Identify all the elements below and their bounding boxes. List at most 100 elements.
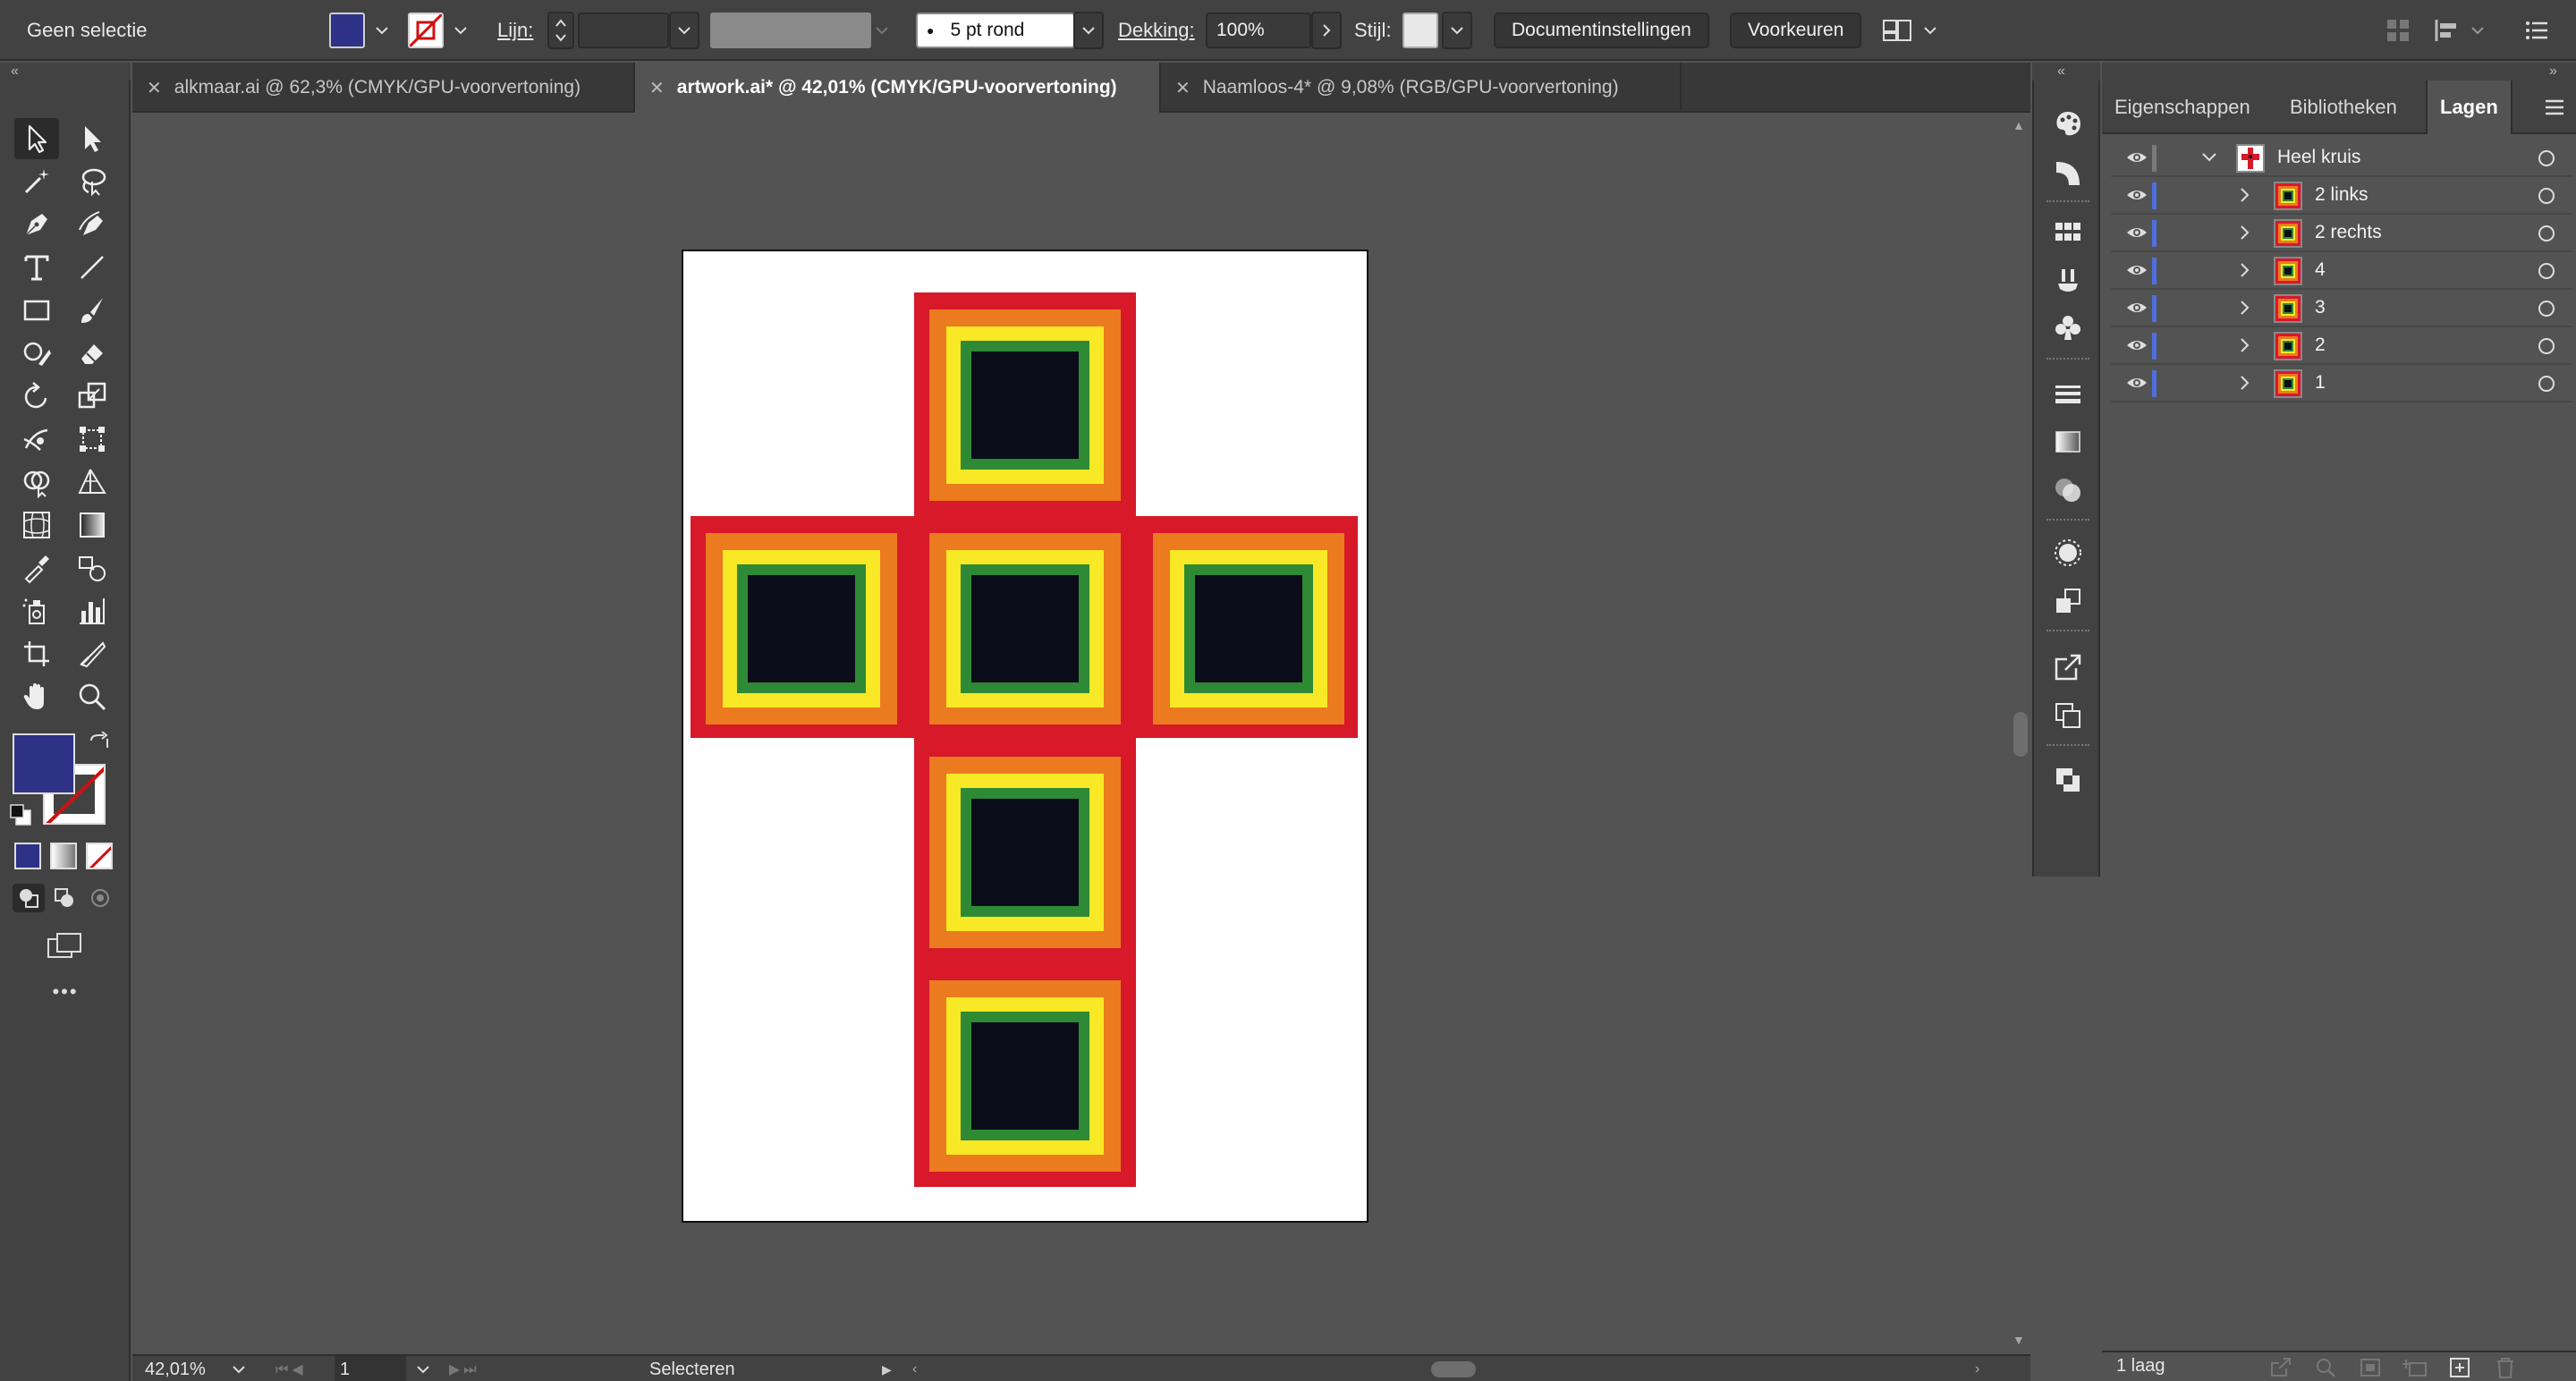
mesh-tool-icon[interactable]: [14, 504, 59, 546]
chevron-right-icon[interactable]: [2236, 224, 2254, 241]
control-bar-menu-icon[interactable]: [2524, 0, 2551, 61]
tab-alkmaar[interactable]: ✕ alkmaar.ai @ 62,3% (CMYK/GPU-voorverto…: [132, 63, 635, 113]
artboard-tool-icon[interactable]: [14, 633, 59, 674]
scroll-up-icon[interactable]: ▲: [2012, 118, 2025, 132]
vertical-scrollbar[interactable]: ▲ ▼: [2011, 113, 2030, 1354]
brush-definition-field[interactable]: ● 5 pt rond: [916, 0, 1075, 61]
toolbar-collapse-strip[interactable]: «: [0, 63, 131, 80]
brush-dropdown[interactable]: [1073, 0, 1104, 61]
target-circle-icon[interactable]: [2538, 225, 2555, 241]
target-circle-icon[interactable]: [2538, 263, 2555, 279]
panel-collapse-strip[interactable]: »: [2102, 63, 2576, 80]
document-settings-button[interactable]: Documentinstellingen: [1494, 0, 1709, 61]
eyedropper-tool-icon[interactable]: [14, 547, 59, 589]
chevron-right-icon[interactable]: [2236, 336, 2254, 354]
target-circle-icon[interactable]: [2538, 376, 2555, 392]
opacity-field[interactable]: 100%: [1206, 0, 1311, 61]
profile-dropdown[interactable]: [875, 0, 889, 61]
tab-properties[interactable]: Eigenschappen: [2102, 80, 2263, 134]
tab-close-icon[interactable]: ✕: [649, 77, 665, 99]
layer-name[interactable]: 3: [2315, 297, 2326, 318]
rotate-tool-icon[interactable]: [14, 376, 59, 417]
opacity-value[interactable]: 100%: [1206, 13, 1311, 48]
layer-name[interactable]: 2 links: [2315, 184, 2368, 206]
color-guide-icon[interactable]: [2050, 156, 2086, 191]
artboard-dropdown[interactable]: [415, 1356, 431, 1381]
column-graph-tool-icon[interactable]: [70, 590, 114, 631]
tab-close-icon[interactable]: ✕: [147, 77, 162, 99]
layer-name[interactable]: 1: [2315, 372, 2326, 394]
default-fill-stroke-icon[interactable]: [9, 803, 32, 826]
horizontal-scrollbar-thumb[interactable]: [1431, 1361, 1476, 1377]
rectangle-tool-icon[interactable]: [14, 290, 59, 331]
gradient-mode-icon[interactable]: [50, 843, 77, 869]
appearance-panel-icon[interactable]: [2050, 535, 2086, 571]
opacity-label[interactable]: Dekking:: [1118, 0, 1195, 61]
target-circle-icon[interactable]: [2538, 188, 2555, 204]
curvature-tool-icon[interactable]: [70, 204, 114, 245]
graphic-styles-panel-icon[interactable]: [2050, 583, 2086, 619]
variable-width-profile[interactable]: [710, 0, 871, 61]
blend-tool-icon[interactable]: [70, 547, 114, 589]
visibility-eye-icon[interactable]: [2123, 369, 2150, 396]
make-clipping-mask-icon[interactable]: [2358, 1356, 2385, 1379]
layer-row[interactable]: 4: [2111, 252, 2572, 290]
target-circle-icon[interactable]: [2538, 301, 2555, 317]
hscroll-right-icon[interactable]: ›: [1975, 1356, 1979, 1381]
graphic-style-dropdown[interactable]: [1442, 0, 1472, 61]
visibility-eye-icon[interactable]: [2123, 257, 2150, 284]
arrange-documents-icon[interactable]: [1880, 0, 1939, 61]
color-mode-icon[interactable]: [14, 843, 41, 869]
fill-dropdown[interactable]: [367, 0, 397, 61]
stroke-dropdown[interactable]: [445, 0, 476, 61]
zoom-tool-icon[interactable]: [70, 676, 114, 717]
visibility-eye-icon[interactable]: [2123, 144, 2150, 171]
fill-swatch[interactable]: [329, 0, 365, 61]
fill-color-swatch-front[interactable]: [13, 733, 75, 794]
status-menu-arrow[interactable]: ▶: [882, 1356, 892, 1381]
layer-row[interactable]: 3: [2111, 290, 2572, 327]
target-circle-icon[interactable]: [2538, 338, 2555, 354]
scale-tool-icon[interactable]: [70, 376, 114, 417]
layer-name[interactable]: 4: [2315, 259, 2326, 281]
chevron-right-icon[interactable]: [2236, 299, 2254, 317]
tab-naamloos-4[interactable]: ✕ Naamloos-4* @ 9,08% (RGB/GPU-voorverto…: [1161, 63, 1682, 113]
document-canvas[interactable]: [132, 113, 2011, 1354]
gradient-tool-icon[interactable]: [70, 504, 114, 546]
stroke-weight-field[interactable]: [578, 0, 669, 61]
tab-artwork[interactable]: ✕ artwork.ai* @ 42,01% (CMYK/GPU-voorver…: [635, 63, 1161, 113]
delete-layer-icon[interactable]: [2492, 1356, 2519, 1379]
layer-name[interactable]: 2 rechts: [2315, 222, 2382, 243]
lasso-tool-icon[interactable]: [70, 161, 114, 202]
layer-row[interactable]: 2 rechts: [2111, 215, 2572, 252]
shape-builder-tool-icon[interactable]: [14, 462, 59, 503]
edit-toolbar-button[interactable]: •••: [45, 980, 86, 1007]
align-options-icon[interactable]: [2433, 0, 2487, 61]
direct-selection-tool-icon[interactable]: [70, 118, 114, 159]
collect-export-icon[interactable]: [2268, 1356, 2295, 1379]
first-prev-artboard-icon[interactable]: ⏮◀: [275, 1356, 307, 1381]
none-mode-icon[interactable]: [86, 843, 113, 869]
opacity-expand[interactable]: [1311, 0, 1342, 61]
zoom-dropdown[interactable]: [231, 1356, 247, 1381]
transparency-panel-icon[interactable]: [2050, 472, 2086, 508]
paintbrush-tool-icon[interactable]: [70, 290, 114, 331]
scroll-down-icon[interactable]: ▼: [2012, 1333, 2025, 1347]
locate-object-icon[interactable]: [2313, 1356, 2340, 1379]
zoom-level[interactable]: 42,01%: [145, 1356, 206, 1381]
shaper-tool-icon[interactable]: [14, 333, 59, 374]
visibility-eye-icon[interactable]: [2123, 294, 2150, 321]
preferences-button[interactable]: Voorkeuren: [1730, 0, 1862, 61]
swatches-panel-icon[interactable]: [2050, 215, 2086, 250]
draw-normal-icon[interactable]: [13, 884, 45, 912]
layer-row[interactable]: Heel kruis: [2111, 140, 2572, 177]
tab-libraries[interactable]: Bibliotheken: [2277, 80, 2410, 134]
stroke-weight-stepper[interactable]: [547, 0, 574, 61]
stroke-panel-icon[interactable]: [2050, 376, 2086, 411]
artboards-panel-icon[interactable]: [2050, 698, 2086, 733]
stroke-weight-dropdown[interactable]: [669, 0, 699, 61]
slice-tool-icon[interactable]: [70, 633, 114, 674]
type-tool-icon[interactable]: [14, 247, 59, 288]
chevron-right-icon[interactable]: [2236, 186, 2254, 204]
artboard-number-field[interactable]: 1: [335, 1356, 406, 1381]
